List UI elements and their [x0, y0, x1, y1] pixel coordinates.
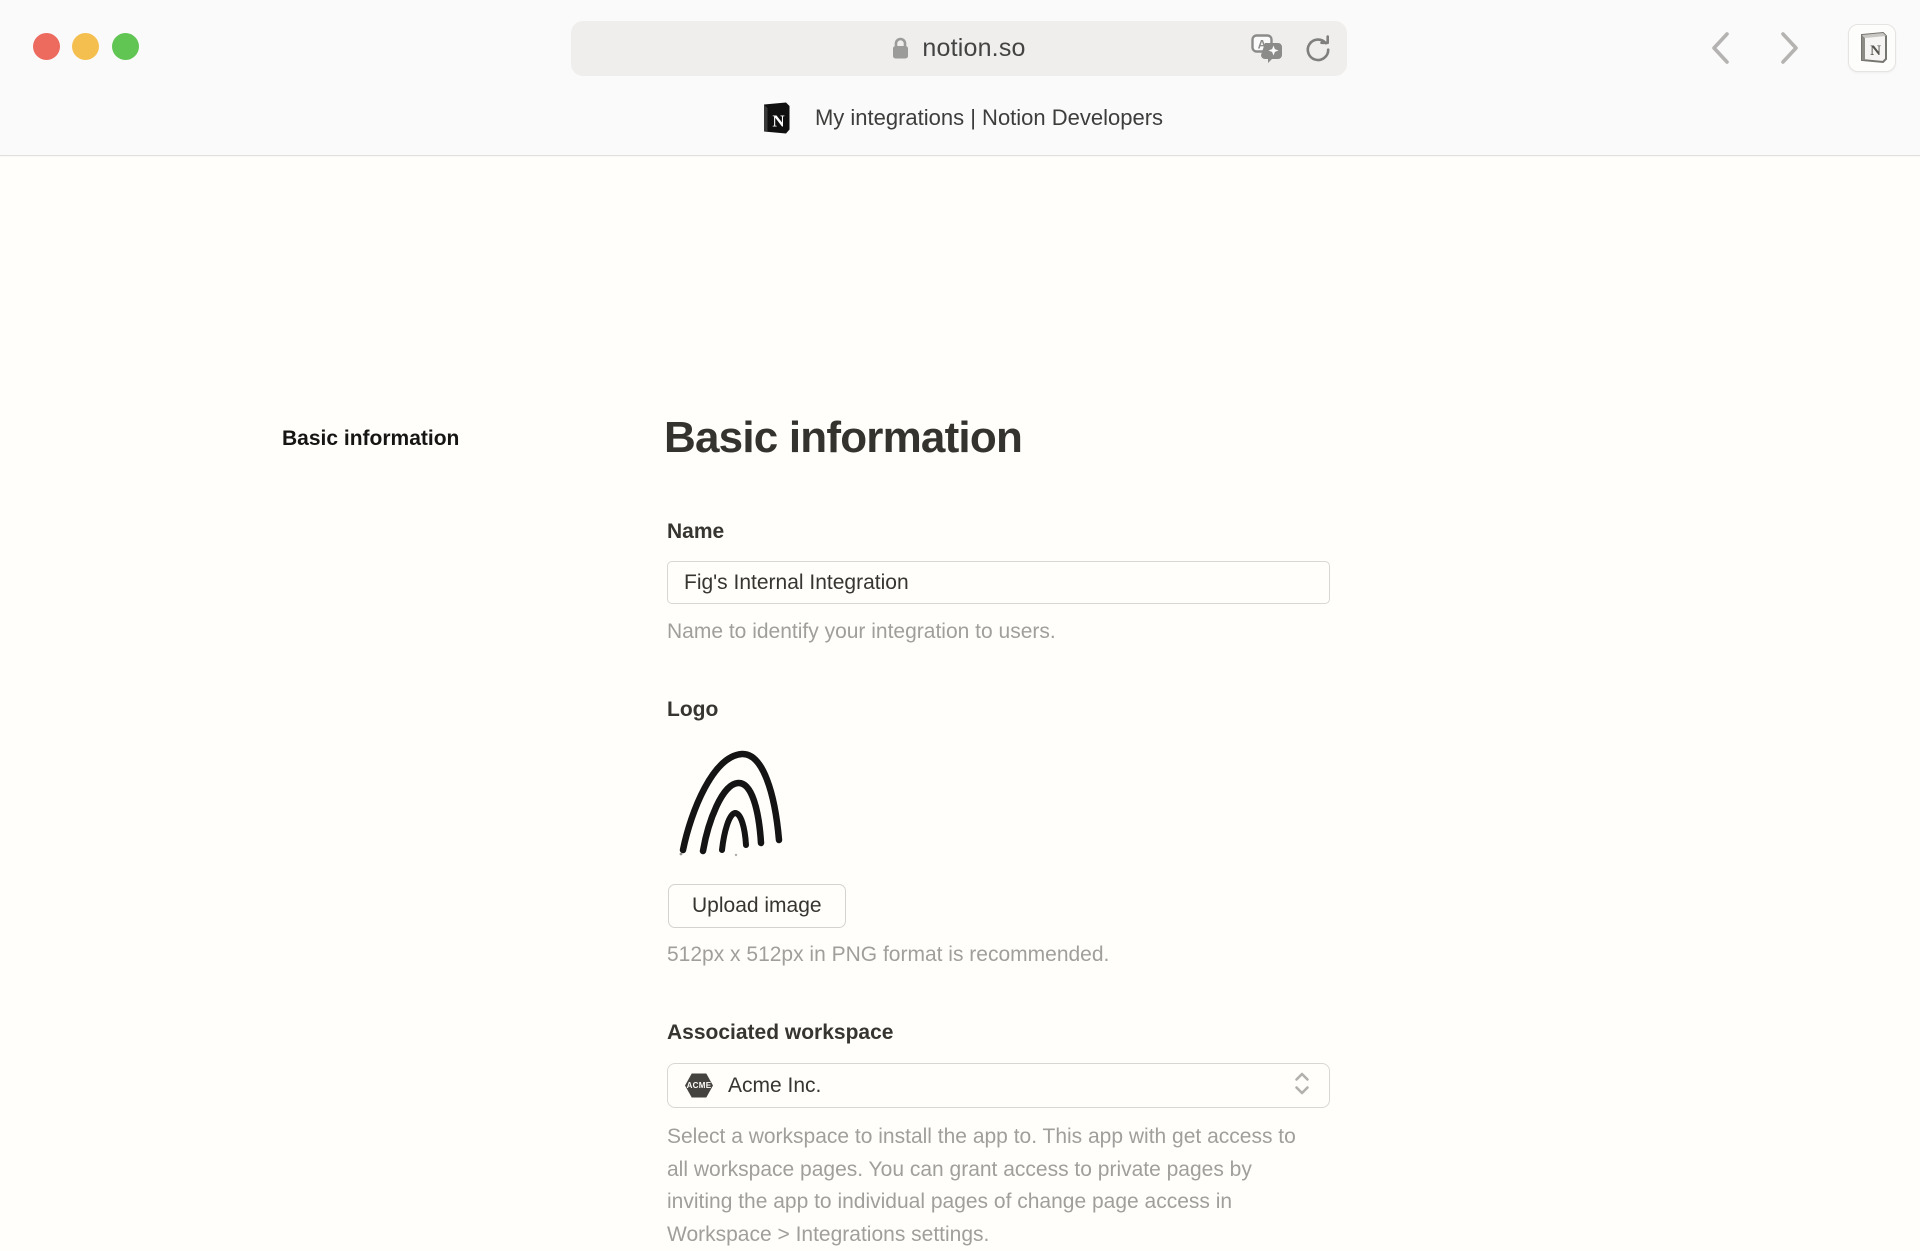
page-content: Basic information Basic information Name… [0, 157, 1920, 1200]
workspace-helper-text: Select a workspace to install the app to… [667, 1121, 1319, 1251]
svg-text:N: N [1870, 43, 1881, 59]
associated-workspace-label: Associated workspace [667, 1021, 893, 1045]
upload-image-button[interactable]: Upload image [668, 884, 846, 928]
upload-image-button-label: Upload image [692, 894, 822, 918]
active-tab[interactable]: N My integrations | Notion Developers [0, 86, 1920, 150]
integration-logo-image [678, 749, 788, 857]
workspace-select[interactable]: ACME Acme Inc. [667, 1063, 1330, 1108]
notion-pinned-tab-icon[interactable]: N [1848, 24, 1896, 72]
minimize-window-button[interactable] [72, 33, 99, 60]
address-bar-center: notion.so [571, 21, 1347, 76]
select-chevrons-icon [1292, 1070, 1312, 1101]
reload-icon[interactable] [1303, 34, 1331, 64]
name-helper-text: Name to identify your integration to use… [667, 620, 1056, 644]
close-window-button[interactable] [33, 33, 60, 60]
zoom-window-button[interactable] [112, 33, 139, 60]
translate-icon[interactable]: A [1251, 34, 1285, 64]
forward-button[interactable] [1770, 28, 1810, 68]
back-button[interactable] [1700, 28, 1740, 68]
svg-text:N: N [772, 112, 785, 131]
sidebar-item-basic-information[interactable]: Basic information [282, 427, 459, 451]
tab-title: My integrations | Notion Developers [815, 105, 1163, 131]
name-label: Name [667, 520, 724, 544]
browser-window: notion.so A [0, 0, 1920, 1200]
logo-label: Logo [667, 698, 718, 722]
url-text: notion.so [922, 34, 1025, 63]
page-title: Basic information [664, 413, 1022, 463]
workspace-badge-icon: ACME [685, 1073, 713, 1098]
name-input[interactable] [667, 561, 1330, 604]
workspace-selected-value: Acme Inc. [728, 1074, 821, 1098]
lock-icon [892, 37, 909, 60]
logo-helper-text: 512px x 512px in PNG format is recommend… [667, 943, 1109, 967]
window-controls [33, 33, 153, 60]
address-bar[interactable]: notion.so A [571, 21, 1347, 76]
browser-chrome: notion.so A [0, 0, 1920, 156]
notion-favicon: N [757, 100, 793, 136]
